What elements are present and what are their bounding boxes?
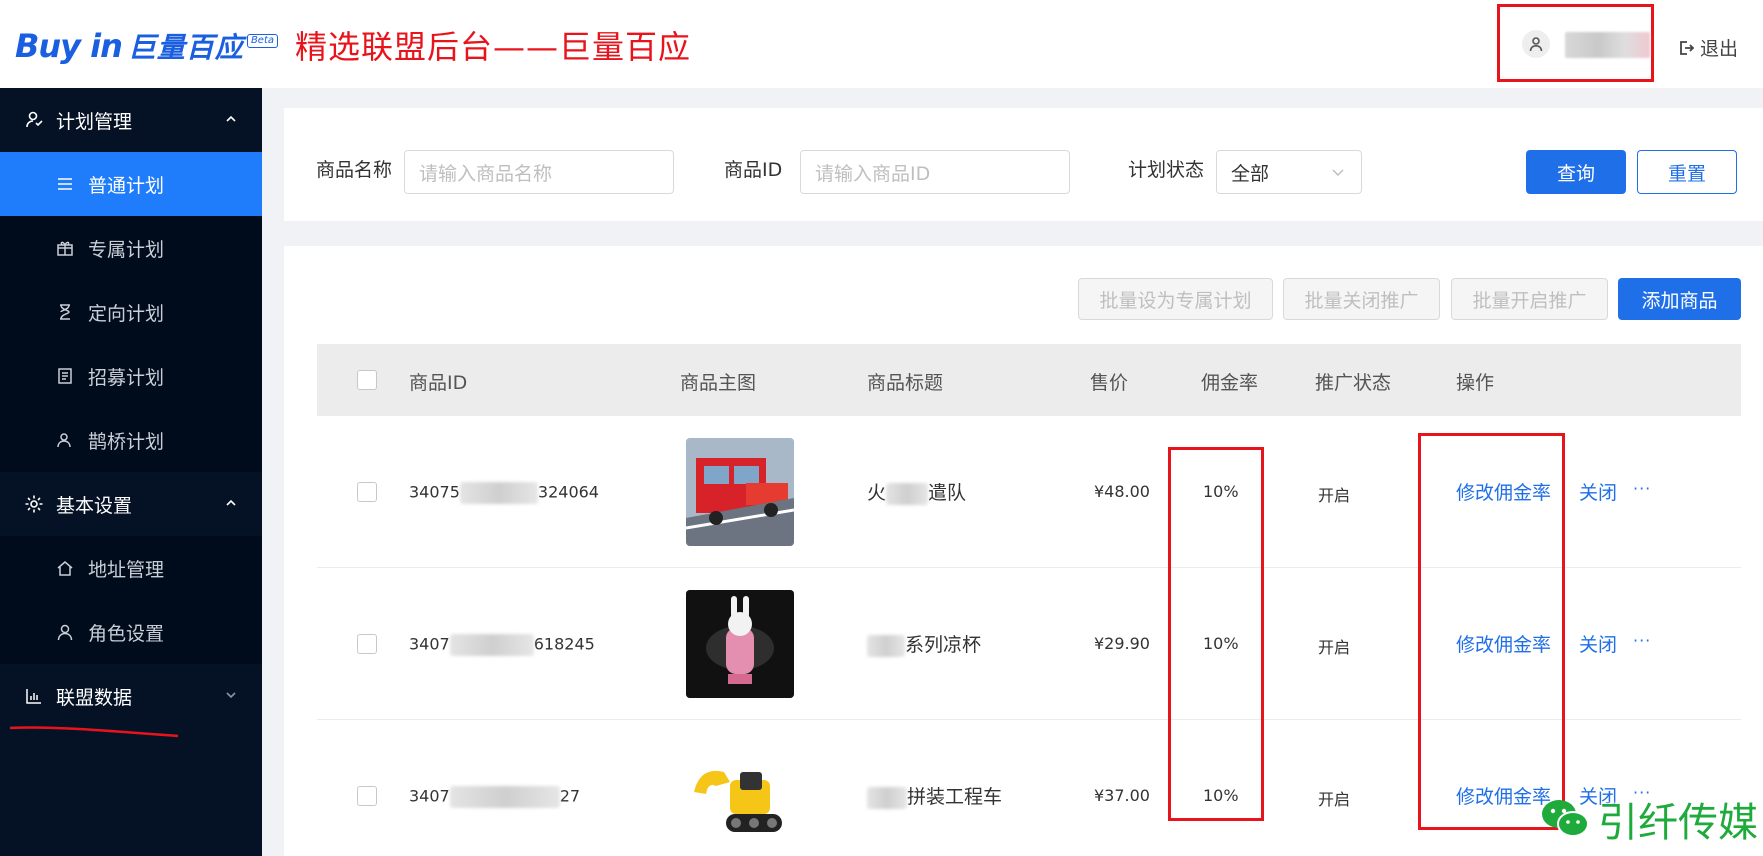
top-header: Buy in 巨量百应 Beta 精选联盟后台——巨量百应 退出: [0, 0, 1763, 88]
username-blurred[interactable]: [1565, 32, 1650, 58]
chevron-up-icon: [226, 499, 236, 506]
sidebar-item-targeted-plan[interactable]: 定向计划: [0, 280, 262, 344]
column-header: 商品标题: [867, 372, 944, 394]
plan-status-label: 计划状态: [1128, 159, 1205, 181]
sidebar-group-data[interactable]: 联盟数据: [0, 664, 262, 728]
product-id-input[interactable]: 请输入商品ID: [800, 150, 1070, 194]
sidebar-item-exclusive-plan[interactable]: 专属计划: [0, 216, 262, 280]
logout-label: 退出: [1700, 38, 1739, 60]
sidebar-item-normal-plan[interactable]: 普通计划: [0, 152, 262, 216]
plan-icon: [24, 110, 44, 130]
promotion-status: 开启: [1318, 638, 1351, 657]
user-icon: [1529, 37, 1543, 52]
product-title[interactable]: 系列凉杯: [867, 630, 981, 657]
product-id: 3407 27: [409, 786, 580, 808]
sidebar-item-label: 定向计划: [88, 302, 165, 325]
recruit-icon: [56, 367, 74, 385]
plan-status-select[interactable]: 全部: [1216, 150, 1362, 194]
product-name-label: 商品名称: [316, 159, 393, 181]
annotation-commission-box: [1168, 447, 1264, 821]
wechat-icon: [1542, 800, 1589, 837]
user-icon: [56, 623, 74, 641]
product-image[interactable]: [686, 438, 794, 546]
sidebar-item-label: 地址管理: [88, 558, 165, 581]
query-button[interactable]: 查询: [1526, 150, 1626, 194]
logout-button[interactable]: 退出: [1678, 34, 1738, 61]
product-image[interactable]: [686, 590, 794, 698]
brand-logo[interactable]: Buy in 巨量百应 Beta: [15, 26, 278, 66]
more-actions-icon[interactable]: ···: [1633, 631, 1651, 650]
watermark: 引纤传媒: [1540, 790, 1758, 848]
close-link[interactable]: 关闭: [1579, 630, 1617, 657]
sidebar-item-label: 专属计划: [88, 238, 165, 261]
product-title[interactable]: 拼装工程车: [867, 782, 1002, 809]
sidebar-group-label: 基本设置: [56, 494, 133, 517]
product-id: 3407 618245: [409, 634, 595, 656]
sidebar-item-address[interactable]: 地址管理: [0, 536, 262, 600]
sidebar-group-settings[interactable]: 基本设置: [0, 472, 262, 536]
table-header: 商品ID 商品主图 商品标题 售价 佣金率 推广状态 操作: [317, 344, 1741, 416]
column-header[interactable]: 佣金率: [1201, 368, 1258, 395]
chevron-down-icon: [226, 692, 236, 699]
annotation-actions-box: [1418, 433, 1565, 830]
hourglass-icon: [56, 303, 74, 321]
watermark-text: 引纤传媒: [1598, 800, 1758, 846]
row-checkbox[interactable]: [357, 786, 377, 806]
sidebar-item-label: 鹊桥计划: [88, 430, 165, 453]
sidebar-item-role[interactable]: 角色设置: [0, 600, 262, 664]
sidebar-item-label: 普通计划: [88, 174, 165, 197]
annotation-title: 精选联盟后台——巨量百应: [295, 28, 692, 66]
add-product-button[interactable]: 添加商品: [1618, 278, 1741, 320]
product-id: 34075 324064: [409, 482, 599, 504]
sidebar-group-label: 计划管理: [56, 110, 133, 133]
gear-icon: [24, 494, 44, 514]
product-price: ¥48.00: [1094, 482, 1150, 501]
product-id-label: 商品ID: [724, 159, 783, 181]
plan-status-value: 全部: [1231, 162, 1270, 185]
annotation-underline: [9, 726, 179, 738]
home-icon: [56, 559, 74, 577]
sidebar-group-label: 联盟数据: [56, 686, 133, 709]
select-all-checkbox[interactable]: [357, 370, 377, 390]
column-header[interactable]: 售价: [1090, 368, 1128, 395]
sidebar-item-recruit-plan[interactable]: 招募计划: [0, 344, 262, 408]
product-price: ¥37.00: [1094, 786, 1150, 805]
product-image[interactable]: [686, 742, 794, 850]
logo-cn: 巨量百应: [127, 31, 244, 64]
gift-icon: [56, 239, 74, 257]
chevron-up-icon: [226, 115, 236, 122]
column-header: 操作: [1456, 372, 1495, 394]
column-header[interactable]: 商品ID: [409, 368, 467, 395]
row-checkbox[interactable]: [357, 634, 377, 654]
sidebar-item-label: 招募计划: [88, 366, 165, 389]
avatar[interactable]: [1522, 30, 1550, 58]
promotion-status: 开启: [1318, 486, 1351, 505]
batch-open-button[interactable]: 批量开启推广: [1451, 278, 1608, 320]
batch-exclusive-button[interactable]: 批量设为专属计划: [1078, 278, 1273, 320]
batch-close-button[interactable]: 批量关闭推广: [1283, 278, 1440, 320]
bridge-icon: [56, 431, 74, 449]
column-header: 推广状态: [1315, 372, 1392, 394]
chevron-down-icon: [1332, 169, 1344, 176]
reset-button[interactable]: 重置: [1637, 150, 1737, 194]
product-price: ¥29.90: [1094, 634, 1150, 653]
beta-badge: Beta: [246, 34, 278, 48]
promotion-status: 开启: [1318, 790, 1351, 809]
sidebar-item-bridge-plan[interactable]: 鹊桥计划: [0, 408, 262, 472]
more-actions-icon[interactable]: ···: [1633, 479, 1651, 498]
sidebar-item-label: 角色设置: [88, 622, 165, 645]
filter-panel: 商品名称 请输入商品名称 商品ID 请输入商品ID 计划状态 全部 查询 重置: [284, 108, 1763, 221]
row-checkbox[interactable]: [357, 482, 377, 502]
close-link[interactable]: 关闭: [1579, 478, 1617, 505]
logout-icon: [1680, 40, 1694, 55]
list-icon: [56, 175, 74, 193]
product-name-input[interactable]: 请输入商品名称: [404, 150, 674, 194]
logo-text: Buy in: [15, 27, 123, 65]
sidebar-group-plan[interactable]: 计划管理: [0, 88, 262, 152]
chart-icon: [24, 686, 44, 706]
product-title[interactable]: 火遣队: [867, 478, 966, 505]
column-header: 商品主图: [680, 372, 757, 394]
